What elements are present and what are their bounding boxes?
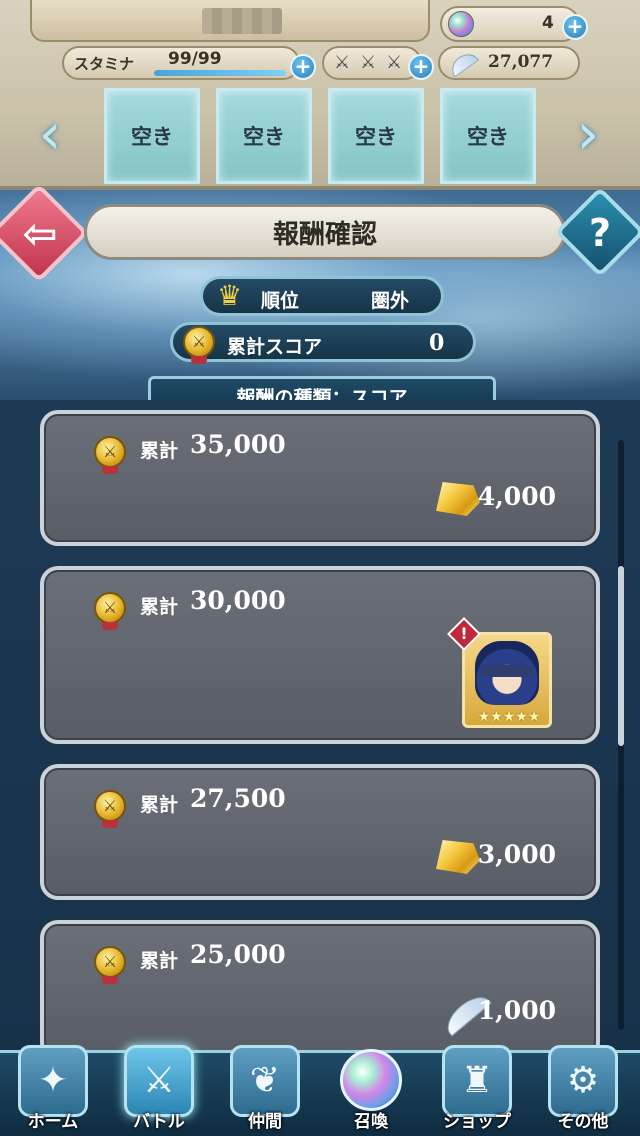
team-slot[interactable]: 空き (216, 88, 312, 184)
nav-label: 召喚 (354, 1112, 388, 1132)
player-name-redacted (202, 8, 282, 34)
reward-card: ⚔ 累計 35,000 4,000 (40, 410, 600, 546)
reward-card: ⚔ 累計 30,000 ★★★★★ ! (40, 566, 600, 744)
score-medal-icon: ⚔ (183, 326, 215, 364)
hero-rarity-stars-icon: ★★★★★ (477, 709, 541, 725)
reward-threshold-label: 累計 (140, 950, 179, 972)
reward-threshold-label: 累計 (140, 440, 179, 462)
nav-summon[interactable]: 召喚 (318, 1049, 424, 1136)
sword-icon: ⚔ (334, 52, 351, 73)
orb-counter: 4 (440, 6, 580, 42)
total-score-panel: ⚔ 累計スコア 0 (170, 322, 476, 364)
reward-amount: 4,000 (477, 482, 556, 511)
stamina-bar (154, 70, 286, 76)
score-medal-icon: ⚔ (94, 790, 126, 828)
nav-label: ショップ (443, 1112, 511, 1132)
alert-exclamation-icon: ! (460, 624, 468, 643)
stamina-value: 99/99 (168, 49, 222, 69)
team-slot[interactable]: 空き (104, 88, 200, 184)
total-score-value: 0 (429, 330, 445, 356)
summon-orb-icon (340, 1049, 402, 1111)
feather-icon (446, 48, 480, 78)
reward-card: ⚔ 累計 27,500 3,000 (40, 764, 600, 900)
hero-mask-image (481, 665, 533, 677)
sword-icon: ⚔ (360, 52, 377, 73)
team-slot[interactable]: 空き (328, 88, 424, 184)
nav-misc[interactable]: ⚙ その他 (530, 1045, 636, 1136)
back-arrow-icon[interactable]: ⇦ (10, 206, 70, 262)
rank-label: 順位 (261, 290, 300, 312)
nav-label: その他 (557, 1112, 609, 1132)
reward-amount: 3,000 (477, 840, 556, 869)
rank-value: 圏外 (371, 290, 410, 312)
slot-next-arrow-icon[interactable]: › (558, 100, 618, 170)
feather-count: 27,077 (488, 52, 554, 72)
reward-card: ⚔ 累計 25,000 1,000 (40, 920, 600, 1050)
reward-list[interactable]: ⚔ 累計 35,000 4,000 ⚔ 累計 30,000 ★★★★★ ! ⚔ … (0, 400, 640, 1050)
reward-threshold-label: 累計 (140, 794, 179, 816)
reward-threshold-score: 25,000 (190, 940, 286, 969)
nav-label: 仲間 (248, 1112, 282, 1132)
add-stamina-button[interactable]: + (290, 54, 316, 80)
total-score-label: 累計スコア (227, 336, 323, 358)
reward-threshold-score: 35,000 (190, 430, 286, 459)
score-medal-icon: ⚔ (94, 946, 126, 984)
nav-home[interactable]: ✦ ホーム (0, 1045, 106, 1136)
top-status-bar: 4 + スタミナ 99/99 + ⚔ ⚔ ⚔ + 27,077 ‹ 空き 空き … (0, 0, 640, 190)
dueling-swords-panel: ⚔ ⚔ ⚔ (322, 46, 422, 80)
rank-panel: ♛ 順位 圏外 (200, 276, 444, 316)
stamina-bar-fill (154, 70, 286, 76)
sword-icon: ⚔ (386, 52, 403, 73)
nav-allies[interactable]: ❦ 仲間 (212, 1045, 318, 1136)
reward-threshold-score: 27,500 (190, 784, 286, 813)
reward-threshold-label: 累計 (140, 596, 179, 618)
crown-icon: ♛ (217, 279, 243, 312)
refining-stone-icon (436, 482, 480, 516)
bottom-navigation: ✦ ホーム ⚔ バトル ❦ 仲間 召喚 ♜ ショップ ⚙ その他 (0, 1045, 640, 1136)
add-swords-button[interactable]: + (408, 54, 434, 80)
feather-counter: 27,077 (438, 46, 580, 80)
refining-stone-icon (436, 840, 480, 874)
player-name-plate (30, 0, 430, 42)
list-scrollbar[interactable] (618, 440, 624, 1030)
nav-label: ホーム (27, 1112, 79, 1132)
orb-icon (448, 11, 474, 37)
nav-label: バトル (133, 1112, 185, 1132)
stamina-label: スタミナ (74, 55, 135, 73)
reward-amount: 1,000 (477, 996, 556, 1025)
help-question-icon[interactable]: ? (568, 204, 632, 262)
reward-threshold-score: 30,000 (190, 586, 286, 615)
add-orbs-button[interactable]: + (562, 14, 588, 40)
score-medal-icon: ⚔ (94, 592, 126, 630)
score-medal-icon: ⚔ (94, 436, 126, 474)
nav-battle[interactable]: ⚔ バトル (106, 1045, 212, 1136)
orb-count: 4 (542, 13, 554, 33)
slot-prev-arrow-icon[interactable]: ‹ (20, 100, 80, 170)
stamina-panel: スタミナ 99/99 (62, 46, 300, 80)
team-slot[interactable]: 空き (440, 88, 536, 184)
hero-reward-portrait[interactable]: ★★★★★ (462, 632, 552, 728)
scrollbar-thumb[interactable] (618, 566, 624, 746)
page-title: 報酬確認 (84, 204, 566, 260)
nav-shop[interactable]: ♜ ショップ (424, 1045, 530, 1136)
